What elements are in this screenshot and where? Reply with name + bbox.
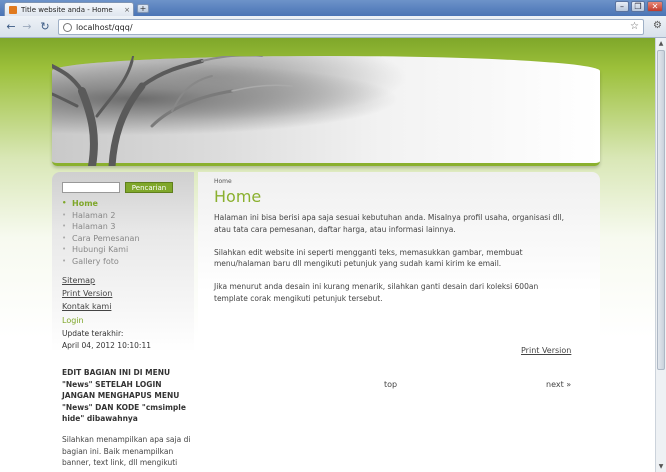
header-banner xyxy=(52,56,600,166)
page-title: Home xyxy=(214,187,262,206)
window-controls: – ❐ ✕ xyxy=(615,1,663,12)
content-paragraph: Silahkan edit website ini seperti mengga… xyxy=(214,247,523,269)
wrench-icon[interactable]: ⚙ xyxy=(653,20,662,31)
menu-item-halaman-2[interactable]: • Halaman 2 xyxy=(62,210,140,222)
edit-note: EDIT BAGIAN INI DI MENU "News" SETELAH L… xyxy=(62,368,186,423)
reload-icon[interactable]: ↻ xyxy=(38,20,52,34)
favicon-icon xyxy=(9,5,17,14)
scroll-down-icon[interactable]: ▼ xyxy=(657,462,665,471)
bookmark-star-icon[interactable]: ☆ xyxy=(630,21,639,32)
contact-link[interactable]: Kontak kami xyxy=(62,300,112,313)
top-link[interactable]: top xyxy=(384,380,397,389)
menu-item-cara-pemesanan[interactable]: • Cara Pemesanan xyxy=(62,233,140,245)
bullet-icon: • xyxy=(62,245,67,253)
print-version-link[interactable]: Print Version xyxy=(62,287,112,300)
sidebar-links: Sitemap Print Version Kontak kami xyxy=(62,274,112,313)
sitemap-link[interactable]: Sitemap xyxy=(62,274,112,287)
content-paragraph: Halaman ini bisa berisi apa saja sesuai … xyxy=(214,213,564,234)
search-form: Pencarian xyxy=(62,182,173,193)
browser-toolbar: ← → ↻ localhost/qqq/ ☆ ⚙ xyxy=(0,16,666,38)
site-container: Pencarian • Home • Halaman 2 • Halaman 3 • C… xyxy=(52,50,600,472)
url-text: localhost/qqq/ xyxy=(76,22,133,32)
tree-image xyxy=(52,56,293,166)
login-link[interactable]: Login xyxy=(62,316,84,325)
tab-close-icon[interactable]: × xyxy=(124,6,130,14)
menu-item-hubungi-kami[interactable]: • Hubungi Kami xyxy=(62,244,140,256)
bullet-icon: • xyxy=(62,210,67,219)
menu-item-halaman-3[interactable]: • Halaman 3 xyxy=(62,221,140,233)
breadcrumb[interactable]: Home xyxy=(214,178,232,185)
main-content: Halaman ini bisa berisi apa saja sesuai … xyxy=(214,212,574,316)
forward-arrow-icon[interactable]: → xyxy=(20,20,34,34)
bullet-icon: • xyxy=(62,233,67,242)
search-input[interactable] xyxy=(62,182,120,193)
page-viewport: Pencarian • Home • Halaman 2 • Halaman 3 • C… xyxy=(0,38,655,472)
globe-icon xyxy=(63,22,72,32)
back-arrow-icon[interactable]: ← xyxy=(4,20,18,34)
bullet-icon: • xyxy=(62,256,67,265)
next-link[interactable]: next » xyxy=(546,380,571,389)
update-date: April 04, 2012 10:10:11 xyxy=(62,341,151,350)
close-window-button[interactable]: ✕ xyxy=(647,1,663,12)
tab-title: Title website anda - Home xyxy=(21,5,113,14)
menu-item-home[interactable]: • Home xyxy=(62,198,140,210)
scroll-up-icon[interactable]: ▲ xyxy=(657,39,665,48)
sidebar-paragraph: Silahkan menampilkan apa saja di bagian … xyxy=(62,435,191,467)
browser-titlebar: Title website anda - Home × + – ❐ ✕ xyxy=(0,0,666,16)
content-paragraph: Jika menurut anda desain ini kurang mena… xyxy=(214,282,539,303)
browser-tab[interactable]: Title website anda - Home × xyxy=(4,2,134,16)
update-label: Update terakhir: xyxy=(62,329,124,338)
minimize-button[interactable]: – xyxy=(615,1,629,12)
address-bar[interactable]: localhost/qqq/ ☆ xyxy=(58,19,644,35)
menu-item-gallery-foto[interactable]: • Gallery foto xyxy=(62,256,140,268)
new-tab-button[interactable]: + xyxy=(137,4,149,13)
search-button[interactable]: Pencarian xyxy=(125,182,173,193)
restore-button[interactable]: ❐ xyxy=(631,1,645,12)
print-version-link-bottom[interactable]: Print Version xyxy=(521,346,571,355)
bullet-icon: • xyxy=(62,222,67,230)
scroll-thumb[interactable] xyxy=(657,50,665,370)
main-menu: • Home • Halaman 2 • Halaman 3 • Cara Pemesa… xyxy=(62,198,140,267)
bullet-icon: • xyxy=(62,199,67,207)
vertical-scrollbar[interactable]: ▲ ▼ xyxy=(655,38,666,472)
